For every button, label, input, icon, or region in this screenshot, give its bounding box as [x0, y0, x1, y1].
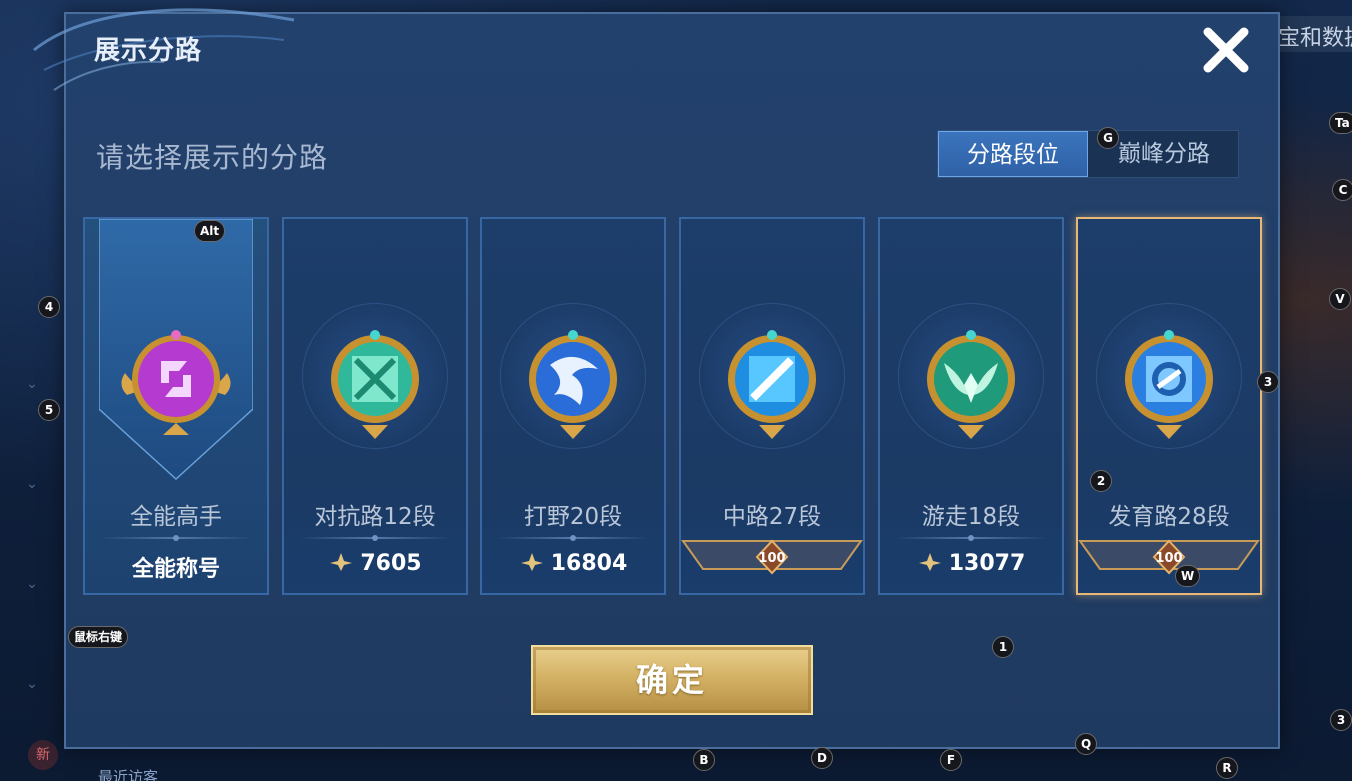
hotkey-hint: 3 [1330, 709, 1352, 731]
lane-points: 7605 [284, 551, 466, 576]
lane-card-farm[interactable]: 发育路28段 100 [1076, 217, 1262, 595]
card-divider [496, 535, 650, 541]
lane-card-jungle[interactable]: 打野20段 16804 [480, 217, 666, 595]
chevron-down-icon: ⌄ [26, 576, 38, 592]
lane-card-mid[interactable]: 中路27段 100 [679, 217, 865, 595]
hotkey-hint: F [940, 749, 962, 771]
card-divider [298, 535, 452, 541]
hotkey-hint: V [1329, 288, 1351, 310]
hotkey-hint: 4 [38, 296, 60, 318]
chevron-down-icon: ⌄ [26, 376, 38, 392]
tier-plate-icon: 100 [681, 539, 863, 575]
roam-emblem-icon [927, 330, 1015, 439]
hotkey-hint: W [1175, 565, 1201, 587]
hotkey-hint: Alt [194, 220, 226, 242]
confirm-button[interactable]: 确定 [531, 645, 813, 715]
lane-card-allround[interactable]: 全能高手 全能称号 [83, 217, 269, 595]
peak-points-icon [330, 553, 353, 571]
new-badge: 新 [28, 740, 58, 770]
lane-rank-label: 发育路28段 [1108, 504, 1230, 530]
lane-card-clash[interactable]: 对抗路12段 7605 [282, 217, 468, 595]
hotkey-hint: R [1216, 757, 1238, 779]
lane-points: 13077 [880, 551, 1062, 576]
mid-lane-emblem-icon [728, 330, 816, 439]
dialog-title: 展示分路 [94, 36, 203, 66]
lane-rank-label: 对抗路12段 [314, 504, 436, 530]
card-divider [99, 535, 253, 541]
lane-rank-label: 中路27段 [722, 504, 822, 530]
chevron-down-icon: ⌄ [26, 476, 38, 492]
hotkey-hint: 2 [1090, 470, 1112, 492]
hotkey-hint: 5 [38, 399, 60, 421]
select-lane-prompt: 请选择展示的分路 [96, 141, 329, 174]
hotkey-hint: 3 [1257, 371, 1279, 393]
tier-value: 100 [1155, 551, 1182, 566]
close-icon[interactable] [1198, 22, 1254, 78]
hotkey-hint: Q [1075, 733, 1098, 755]
lane-stat: 全能称号 [131, 557, 220, 582]
clash-lane-emblem-icon [331, 330, 419, 439]
lane-rank-label: 游走18段 [921, 504, 1021, 530]
peak-points-icon [520, 553, 543, 571]
farm-lane-emblem-icon [1125, 330, 1213, 439]
chevron-down-icon: ⌄ [26, 676, 38, 692]
jungle-emblem-icon [529, 330, 617, 439]
tier-value: 100 [758, 551, 785, 566]
lane-card-roam[interactable]: 游走18段 13077 [878, 217, 1064, 595]
lane-rank-label: 打野20段 [523, 504, 623, 530]
tab-lane-rank[interactable]: 分路段位 [938, 131, 1088, 177]
background-recent-visitors: 最近访客 [98, 768, 159, 781]
lane-points: 16804 [482, 551, 664, 576]
hotkey-hint: 1 [992, 636, 1014, 658]
tier-plate-icon: 100 [1078, 539, 1260, 575]
hotkey-hint: B [693, 749, 715, 771]
hotkey-hint: G [1097, 127, 1119, 149]
card-divider [894, 535, 1048, 541]
background-panel-label: 宝和数据 [1276, 16, 1352, 52]
hotkey-hint: 鼠标右键 [68, 626, 129, 648]
lane-tabs: 分路段位 巅峰分路 [937, 130, 1239, 178]
lane-rank-label: 全能高手 [130, 504, 222, 530]
allround-emblem-icon [121, 330, 231, 435]
hotkey-hint: D [811, 747, 833, 769]
peak-points-icon [918, 553, 941, 571]
hotkey-hint: Ta [1329, 112, 1352, 134]
hotkey-hint: C [1332, 179, 1352, 201]
